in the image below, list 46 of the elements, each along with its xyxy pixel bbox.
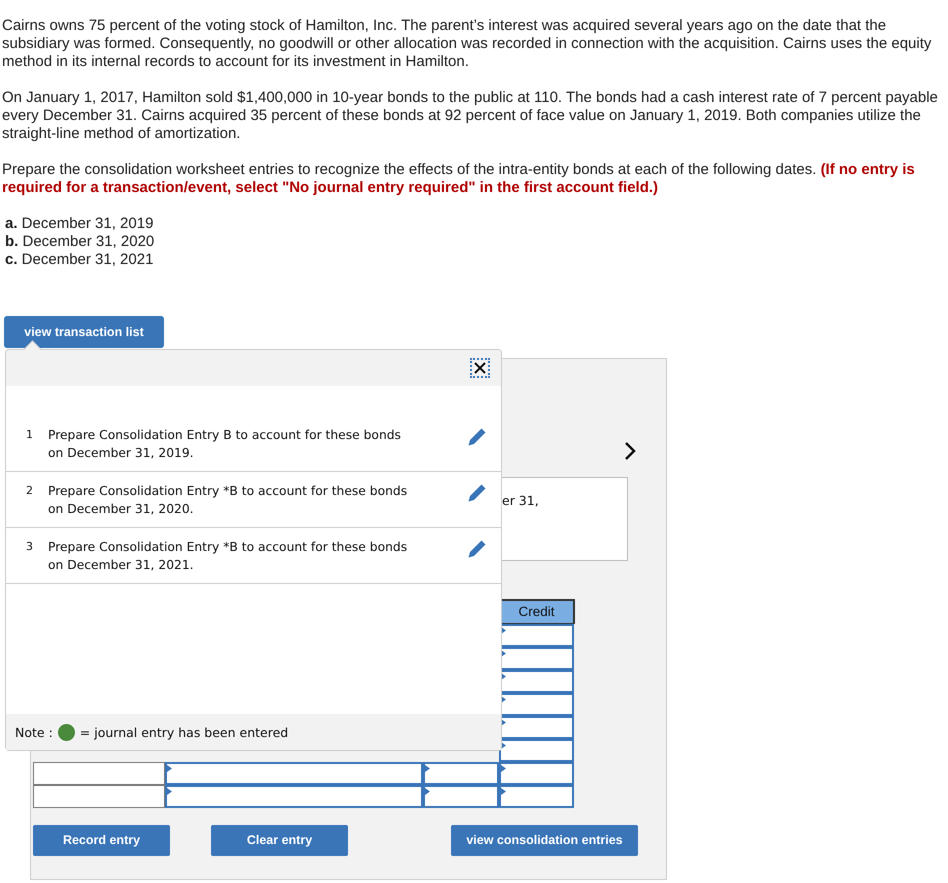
action-button[interactable]: view consolidation entries <box>451 824 638 856</box>
item-text: Prepare Consolidation Entry *B to account for these bonds on December 31, 2021. <box>48 539 408 574</box>
part-label: b. December 31, 2020 <box>5 233 156 251</box>
pencil-icon[interactable] <box>467 483 487 503</box>
item-text: Prepare Consolidation Entry B to account for these bonds on December 31, 2019. <box>48 427 402 462</box>
question-paragraph: On January 1, 2017, Hamilton sold $1,400,000 in 10-year bonds to the public at 110. The bonds had a cash interest rate of 7 percent payable every December 31. Cairns acquired 35 percent of these bonds at 92 percent of face value on January 1, 2019. Both companies utilize the straight-line method of amortization. <box>2 89 939 143</box>
reference-cell[interactable] <box>33 762 165 784</box>
amount-field[interactable] <box>423 784 499 808</box>
part-label: c. December 31, 2021 <box>5 251 154 269</box>
transaction-item[interactable]: 1 Prepare Consolidation Entry B to account for these bonds on December 31, 2019. <box>6 416 501 472</box>
amount-field[interactable] <box>499 646 574 670</box>
amount-field[interactable] <box>499 624 574 646</box>
item-text: Prepare Consolidation Entry *B to account for these bonds on December 31, 2020. <box>48 483 408 518</box>
amount-field[interactable] <box>499 762 574 784</box>
item-number: 2 <box>26 483 34 497</box>
dropdown-marker-icon <box>425 764 430 772</box>
reference-cell[interactable] <box>33 784 165 808</box>
account-field[interactable] <box>165 762 423 784</box>
action-button[interactable]: Record entry <box>33 824 170 856</box>
question-paragraph: Prepare the consolidation worksheet entries to recognize the effects of the intra-entity bonds at each of the following dates. (If no entry is required for a transaction/event, select "No journal entry required" in the first account field.) <box>2 161 916 197</box>
pencil-icon[interactable] <box>467 539 487 559</box>
note-text: = journal entry has been entered <box>80 724 288 740</box>
part-label: a. December 31, 2019 <box>5 215 154 233</box>
credit-header: Credit <box>499 600 574 623</box>
dropdown-marker-icon <box>167 788 172 794</box>
dropdown-marker-icon <box>501 764 506 772</box>
amount-field[interactable] <box>499 784 574 808</box>
dropdown-marker-icon <box>501 788 506 794</box>
account-field[interactable] <box>165 784 423 808</box>
view-transaction-list-button[interactable]: view transaction list <box>4 316 164 348</box>
amount-field[interactable] <box>499 716 574 738</box>
amount-field[interactable] <box>499 692 574 716</box>
amount-field[interactable] <box>423 762 499 784</box>
dropdown-marker-icon <box>425 788 430 794</box>
item-number: 3 <box>26 539 34 553</box>
action-button[interactable]: Clear entry <box>211 824 348 856</box>
transaction-item[interactable]: 2 Prepare Consolidation Entry *B to account for these bonds on December 31, 2020. <box>6 472 501 528</box>
dropdown-marker-icon <box>167 764 172 772</box>
transaction-item[interactable]: 3 Prepare Consolidation Entry *B to account for these bonds on December 31, 2021. <box>6 528 501 584</box>
note-label: Note : <box>15 724 53 740</box>
amount-field[interactable] <box>499 670 574 692</box>
item-number: 1 <box>26 427 34 441</box>
close-button[interactable] <box>470 358 490 378</box>
amount-field[interactable] <box>499 738 574 762</box>
question-paragraph: Cairns owns 75 percent of the voting stock of Hamilton, Inc. The parent’s interest was acquired several years ago on the date that the subsidiary was formed. Consequently, no goodwill or other allocation was recorded in connection with the acquisition. Cairns uses the equity method in its internal records to account for its investment in Hamilton. <box>2 17 932 71</box>
pencil-icon[interactable] <box>467 427 487 447</box>
